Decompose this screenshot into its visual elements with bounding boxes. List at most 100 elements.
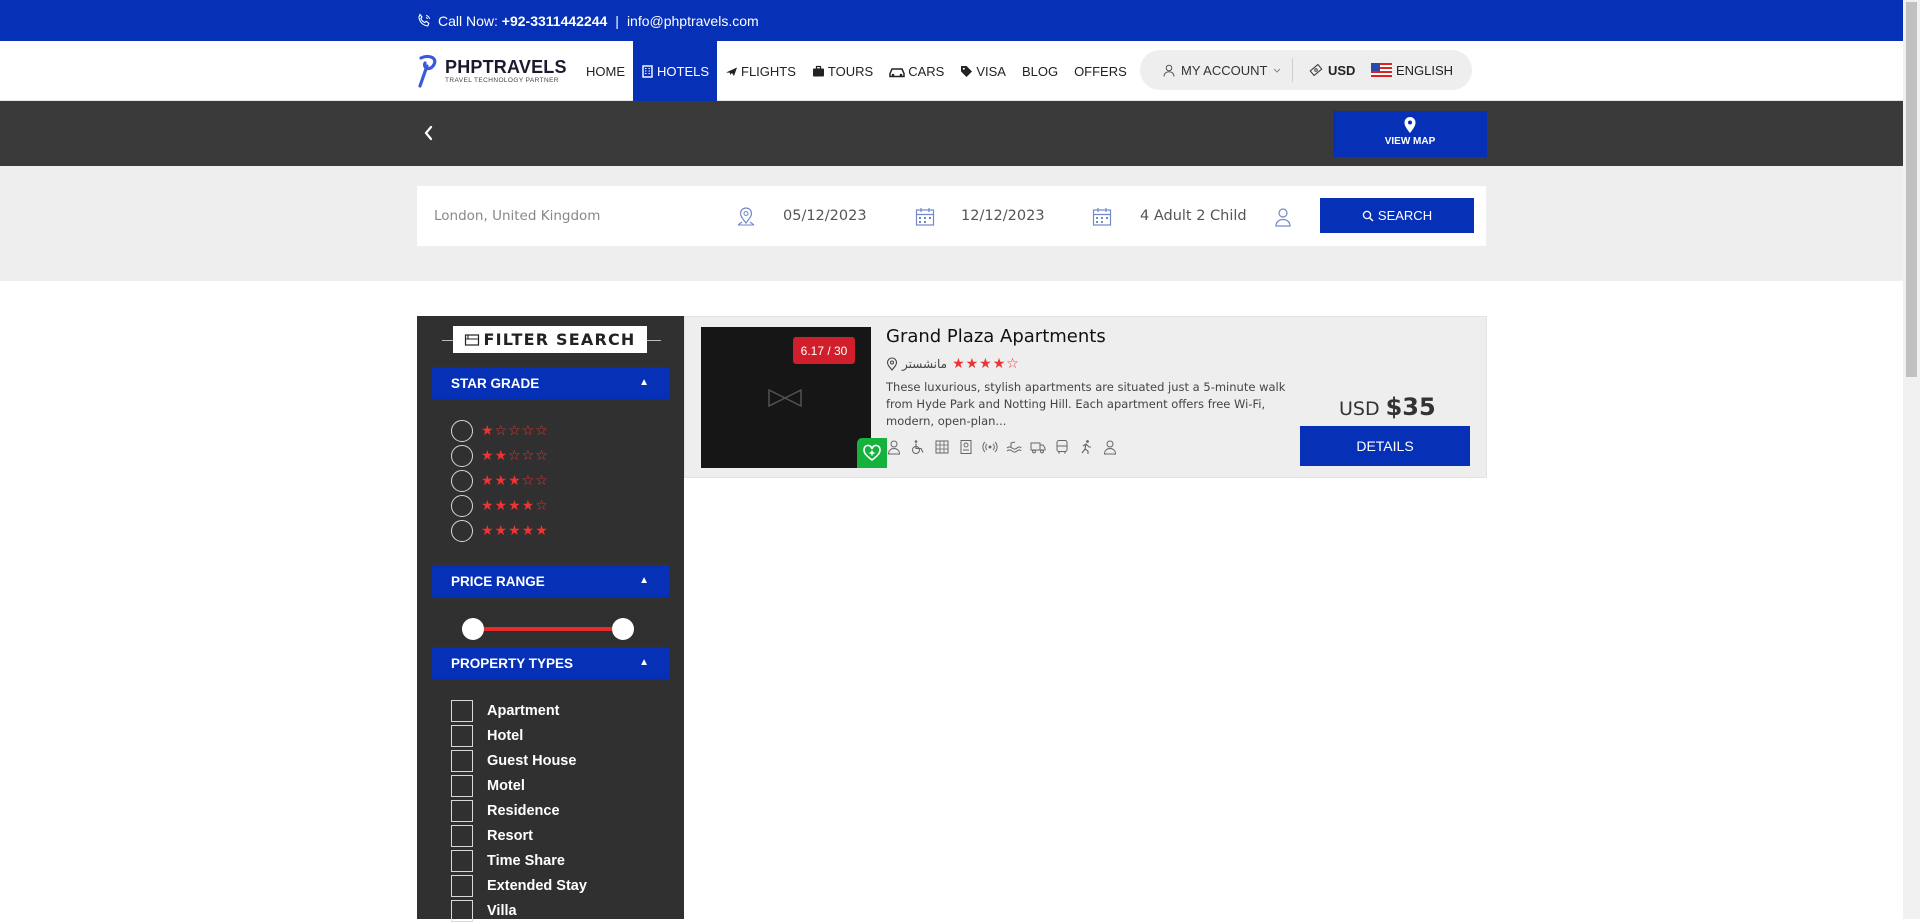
property-type-option[interactable]: Guest House	[451, 749, 576, 772]
slider-track	[472, 627, 624, 631]
property-checkbox[interactable]	[451, 774, 473, 797]
property-type-label: Residence	[487, 802, 560, 819]
property-types-toggle[interactable]: PROPERTY TYPES ▲	[432, 647, 669, 679]
hotel-star-rating: ★★★★☆	[952, 355, 1020, 371]
user-icon	[1163, 64, 1175, 77]
filter-sidebar: FILTER SEARCH STAR GRADE ▲ ★☆☆☆☆ ★★☆☆☆ ★…	[417, 316, 684, 922]
search-button[interactable]: SEARCH	[1320, 198, 1474, 233]
property-type-option[interactable]: Extended Stay	[451, 874, 587, 897]
nav-blog[interactable]: BLOG	[1014, 41, 1066, 101]
caret-up-icon: ▲	[639, 575, 649, 586]
property-type-label: Extended Stay	[487, 877, 587, 894]
hotel-thumbnail[interactable]: 6.17 / 30	[701, 327, 887, 468]
call-now-label: Call Now:	[438, 12, 498, 29]
guests-input[interactable]: 4 Adult 2 Child	[1140, 186, 1247, 246]
star-option-1[interactable]: ★☆☆☆☆	[451, 419, 549, 442]
bed-icon	[465, 333, 480, 346]
hotel-price: USD $35	[1339, 393, 1436, 421]
add-favorite-button[interactable]	[857, 438, 887, 468]
nav-flights[interactable]: FLIGHTS	[717, 41, 804, 101]
property-checkbox[interactable]	[451, 799, 473, 822]
location-icon	[737, 207, 755, 226]
details-button[interactable]: DETAILS	[1300, 426, 1470, 466]
hotel-name[interactable]: Grand Plaza Apartments	[886, 326, 1106, 347]
property-checkbox[interactable]	[451, 849, 473, 872]
brand-logo[interactable]: PHPTRAVELS TRAVEL TECHNOLOGY PARTNER	[415, 53, 567, 89]
property-type-label: Guest House	[487, 752, 577, 769]
us-flag-icon	[1371, 63, 1392, 77]
star-radio[interactable]	[451, 469, 473, 492]
star-option-3[interactable]: ★★★☆☆	[451, 469, 549, 492]
star-option-5[interactable]: ★★★★★	[451, 519, 549, 542]
property-checkbox[interactable]	[451, 699, 473, 722]
email-link[interactable]: info@phptravels.com	[627, 13, 759, 29]
star-rating-glyphs: ★★★★★	[481, 522, 549, 538]
nav-offers-label: OFFERS	[1074, 63, 1127, 79]
property-checkbox[interactable]	[451, 749, 473, 772]
person-icon	[887, 440, 901, 455]
view-map-label: VIEW MAP	[1384, 136, 1436, 147]
phone-number[interactable]: +92-3311442244	[502, 13, 608, 29]
star-option-4[interactable]: ★★★★☆	[451, 494, 549, 517]
hotel-location-row: مانشستر ★★★★☆	[886, 355, 1020, 372]
property-type-option[interactable]: Time Share	[451, 849, 565, 872]
main-menu: HOME HOTELS FLIGHTS TOURS CARS VISA BLOG…	[578, 41, 1135, 101]
property-type-option[interactable]: Hotel	[451, 724, 523, 747]
hotel-location: مانشستر	[902, 356, 948, 371]
page-scrollbar[interactable]	[1903, 0, 1920, 919]
checkin-date-value: 05/12/2023	[783, 208, 867, 224]
price-currency: USD	[1339, 398, 1380, 420]
language-selector[interactable]: ENGLISH	[1371, 63, 1453, 78]
calendar-icon[interactable]	[914, 206, 936, 228]
property-type-option[interactable]: Residence	[451, 799, 560, 822]
property-checkbox[interactable]	[451, 899, 473, 922]
property-checkbox[interactable]	[451, 874, 473, 897]
back-arrow-icon[interactable]	[420, 118, 438, 148]
details-button-label: DETAILS	[1356, 438, 1414, 454]
price-range-slider[interactable]	[462, 618, 634, 640]
nav-visa[interactable]: VISA	[952, 41, 1014, 101]
property-checkbox[interactable]	[451, 824, 473, 847]
nav-tours[interactable]: TOURS	[804, 41, 881, 101]
nav-hotels[interactable]: HOTELS	[633, 41, 718, 101]
checkout-date-value: 12/12/2023	[961, 208, 1045, 224]
star-radio[interactable]	[451, 419, 473, 442]
plane-icon	[725, 65, 738, 78]
nav-cars[interactable]: CARS	[881, 41, 952, 101]
checkout-date-input[interactable]: 12/12/2023	[961, 186, 1045, 246]
suitcase-icon	[812, 65, 825, 78]
nav-home[interactable]: HOME	[578, 41, 633, 101]
my-account-dropdown[interactable]: MY ACCOUNT	[1140, 63, 1292, 78]
wifi-icon	[982, 441, 998, 453]
star-rating-glyphs: ★★☆☆☆	[481, 447, 549, 463]
star-option-2[interactable]: ★★☆☆☆	[451, 444, 549, 467]
property-type-option[interactable]: Motel	[451, 774, 525, 797]
star-radio[interactable]	[451, 519, 473, 542]
hotel-icon	[960, 440, 972, 454]
checkin-date-input[interactable]: 05/12/2023	[783, 186, 867, 246]
star-radio[interactable]	[451, 444, 473, 467]
property-type-label: Resort	[487, 827, 533, 844]
slider-max-handle[interactable]	[612, 618, 634, 640]
main-navbar: PHPTRAVELS TRAVEL TECHNOLOGY PARTNER HOM…	[0, 41, 1903, 101]
property-checkbox[interactable]	[451, 724, 473, 747]
scrollbar-thumb[interactable]	[1906, 2, 1917, 377]
nav-offers[interactable]: OFFERS	[1066, 41, 1135, 101]
view-map-button[interactable]: VIEW MAP	[1333, 111, 1487, 157]
slider-min-handle[interactable]	[462, 618, 484, 640]
property-type-option[interactable]: Resort	[451, 824, 533, 847]
property-types-label: PROPERTY TYPES	[451, 655, 574, 671]
wheelchair-icon	[912, 440, 924, 454]
property-type-option[interactable]: Apartment	[451, 699, 560, 722]
star-radio[interactable]	[451, 494, 473, 517]
currency-selector[interactable]: USD	[1293, 63, 1371, 78]
calendar-icon[interactable]	[1091, 206, 1113, 228]
star-rating-glyphs: ★☆☆☆☆	[481, 422, 549, 438]
currency-label: USD	[1328, 62, 1356, 78]
brand-tagline: TRAVEL TECHNOLOGY PARTNER	[445, 76, 559, 84]
price-range-toggle[interactable]: PRICE RANGE ▲	[432, 565, 669, 597]
destination-input[interactable]: London, United Kingdom	[434, 186, 724, 246]
star-grade-toggle[interactable]: STAR GRADE ▲	[432, 367, 669, 399]
rating-score: 6.17 / 30	[800, 343, 848, 358]
destination-placeholder: London, United Kingdom	[434, 208, 601, 224]
